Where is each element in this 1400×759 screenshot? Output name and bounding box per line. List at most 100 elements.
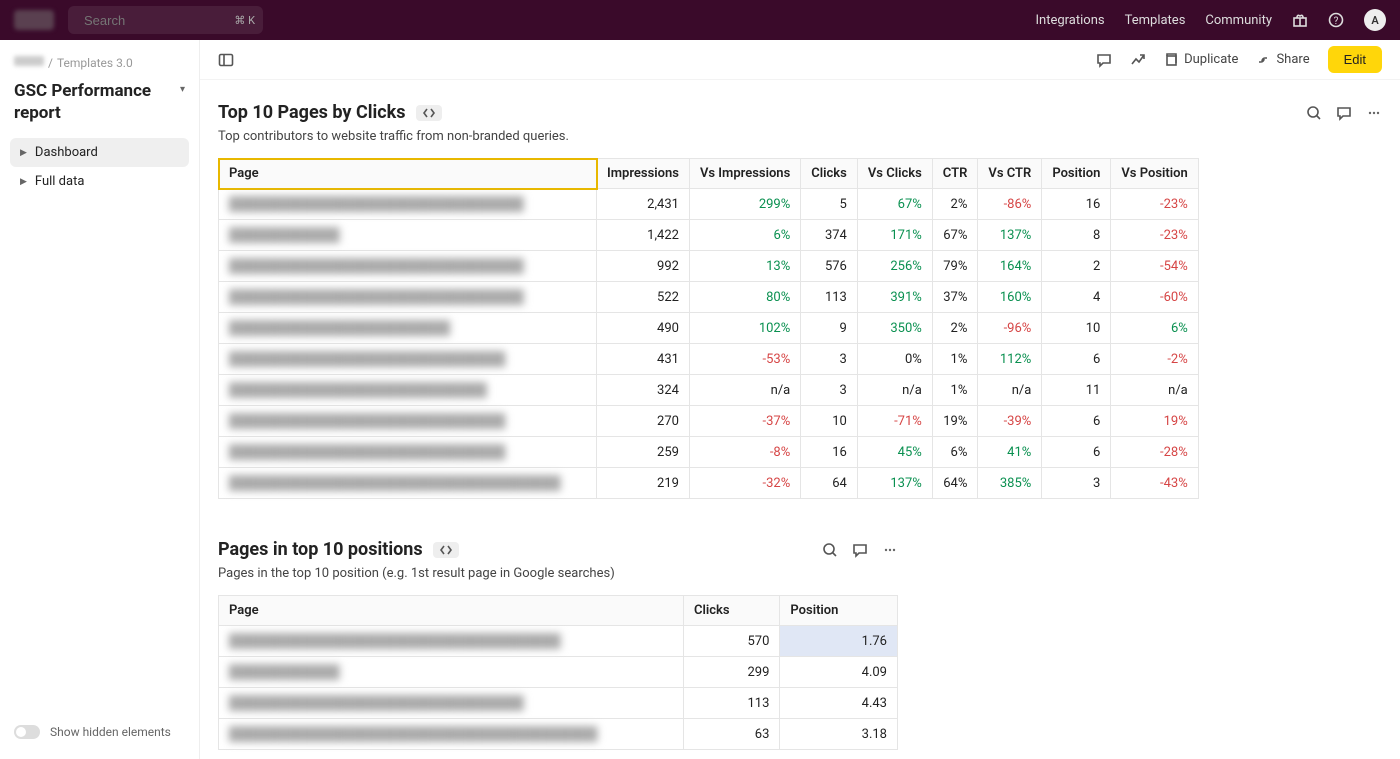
table-row[interactable]: ████████████████████████████████2,431299… xyxy=(219,189,1199,220)
table-cell: ████████████████████████████████████ xyxy=(219,468,597,499)
nav-integrations[interactable]: Integrations xyxy=(1035,13,1104,28)
breadcrumb[interactable]: / Templates 3.0 xyxy=(14,56,185,70)
table-cell: 522 xyxy=(597,282,690,313)
global-search[interactable]: ⌘ K xyxy=(68,6,263,34)
table-cell: ████████████████████████████████████████ xyxy=(219,719,684,750)
table-cell: 113 xyxy=(801,282,858,313)
table-header[interactable]: Clicks xyxy=(801,159,858,189)
table-header[interactable]: Vs Impressions xyxy=(689,159,800,189)
section-more-icon[interactable] xyxy=(882,542,898,558)
table-cell: 171% xyxy=(857,220,932,251)
table-header[interactable]: Vs Position xyxy=(1111,159,1198,189)
table-cell: 374 xyxy=(801,220,858,251)
table-cell: n/a xyxy=(978,375,1042,406)
table-cell: 6 xyxy=(1042,437,1111,468)
table-cell: ████████████████████████████████ xyxy=(219,251,597,282)
section-title: Top 10 Pages by Clicks xyxy=(218,102,406,123)
table-cell: n/a xyxy=(1111,375,1198,406)
table-header[interactable]: Clicks xyxy=(684,596,780,626)
table-cell: 490 xyxy=(597,313,690,344)
table-row[interactable]: ████████████████████████████████52280%11… xyxy=(219,282,1199,313)
show-hidden-label: Show hidden elements xyxy=(50,725,171,739)
comments-icon[interactable] xyxy=(1096,52,1112,68)
section-desc: Top contributors to website traffic from… xyxy=(218,129,1382,144)
sidebar-item-full-data[interactable]: ▶ Full data xyxy=(10,167,189,196)
table-row[interactable]: ████████████████████████████████99213%57… xyxy=(219,251,1199,282)
table-cell: 41% xyxy=(978,437,1042,468)
table-cell: 256% xyxy=(857,251,932,282)
table-header[interactable]: Position xyxy=(1042,159,1111,189)
table-header[interactable]: Page xyxy=(219,596,684,626)
title-menu-caret[interactable]: ▾ xyxy=(180,84,185,95)
section-comment-icon[interactable] xyxy=(852,542,868,558)
table-cell: 3 xyxy=(801,375,858,406)
nav-templates[interactable]: Templates xyxy=(1125,13,1186,28)
table-row[interactable]: ████████████████████████████████████219-… xyxy=(219,468,1199,499)
show-hidden-toggle[interactable] xyxy=(14,725,40,739)
table-cell: n/a xyxy=(689,375,800,406)
table-cell: ████████████████████████████ xyxy=(219,375,597,406)
table-row[interactable]: ████████████████████████████████████████… xyxy=(219,719,898,750)
table-cell: ████████████████████████████████ xyxy=(219,282,597,313)
table-row[interactable]: ████████████████████████████324n/a3n/a1%… xyxy=(219,375,1199,406)
table-row[interactable]: ████████████████████████████████████5701… xyxy=(219,626,898,657)
sidebar-item-dashboard[interactable]: ▶ Dashboard xyxy=(10,138,189,167)
nav-community[interactable]: Community xyxy=(1205,13,1272,28)
table-header[interactable]: Vs Clicks xyxy=(857,159,932,189)
duplicate-button[interactable]: Duplicate xyxy=(1164,52,1238,67)
table-row[interactable]: ██████████████████████████████259-8%1645… xyxy=(219,437,1199,468)
table-header[interactable]: Impressions xyxy=(597,159,690,189)
table-row[interactable]: ██████████████████████████████270-37%10-… xyxy=(219,406,1199,437)
panel-toggle-icon[interactable] xyxy=(218,52,234,68)
table-cell: -53% xyxy=(689,344,800,375)
table-cell: 324 xyxy=(597,375,690,406)
table-cell: ████████████ xyxy=(219,657,684,688)
code-icon[interactable] xyxy=(433,542,459,558)
table-header[interactable]: CTR xyxy=(932,159,978,189)
table-row[interactable]: ████████████1,4226%374171%67%137%8-23% xyxy=(219,220,1199,251)
table-cell: ████████████ xyxy=(219,220,597,251)
table-row[interactable]: ████████████████████████490102%9350%2%-9… xyxy=(219,313,1199,344)
trend-icon[interactable] xyxy=(1130,52,1146,68)
page-toolbar: Duplicate Share Edit xyxy=(200,40,1400,80)
share-button[interactable]: Share xyxy=(1256,52,1309,67)
table-header[interactable]: Position xyxy=(780,596,898,626)
section-more-icon[interactable] xyxy=(1366,105,1382,121)
section-top-pages: Top 10 Pages by Clicks Top contributors … xyxy=(218,102,1382,499)
table-cell: 4 xyxy=(1042,282,1111,313)
table-header[interactable]: Vs CTR xyxy=(978,159,1042,189)
section-search-icon[interactable] xyxy=(1306,105,1322,121)
section-comment-icon[interactable] xyxy=(1336,105,1352,121)
top-positions-table: PageClicksPosition █████████████████████… xyxy=(218,595,898,750)
table-cell: 1% xyxy=(932,344,978,375)
avatar[interactable]: A xyxy=(1364,9,1386,31)
table-cell: 16 xyxy=(1042,189,1111,220)
help-icon[interactable]: ? xyxy=(1328,12,1344,28)
gift-icon[interactable] xyxy=(1292,12,1308,28)
table-cell: 64% xyxy=(932,468,978,499)
edit-button[interactable]: Edit xyxy=(1328,46,1382,73)
table-header[interactable]: Page xyxy=(219,159,597,189)
logo[interactable] xyxy=(14,10,54,30)
breadcrumb-root xyxy=(14,56,44,66)
section-search-icon[interactable] xyxy=(822,542,838,558)
table-cell: 6% xyxy=(1111,313,1198,344)
table-cell: -54% xyxy=(1111,251,1198,282)
table-cell: -96% xyxy=(978,313,1042,344)
share-label: Share xyxy=(1276,52,1309,67)
table-cell: 6 xyxy=(1042,406,1111,437)
table-cell: 45% xyxy=(857,437,932,468)
table-row[interactable]: ████████████2994.09 xyxy=(219,657,898,688)
table-cell: 13% xyxy=(689,251,800,282)
table-cell: -60% xyxy=(1111,282,1198,313)
table-cell: 299 xyxy=(684,657,780,688)
table-row[interactable]: ██████████████████████████████431-53%30%… xyxy=(219,344,1199,375)
breadcrumb-sep: / xyxy=(48,56,53,70)
table-cell: 10 xyxy=(801,406,858,437)
section-top-positions: Pages in top 10 positions Pages in the t… xyxy=(218,539,1382,750)
duplicate-label: Duplicate xyxy=(1184,52,1238,67)
table-cell: 64 xyxy=(801,468,858,499)
code-icon[interactable] xyxy=(416,105,442,121)
table-cell: 219 xyxy=(597,468,690,499)
table-row[interactable]: ████████████████████████████████1134.43 xyxy=(219,688,898,719)
